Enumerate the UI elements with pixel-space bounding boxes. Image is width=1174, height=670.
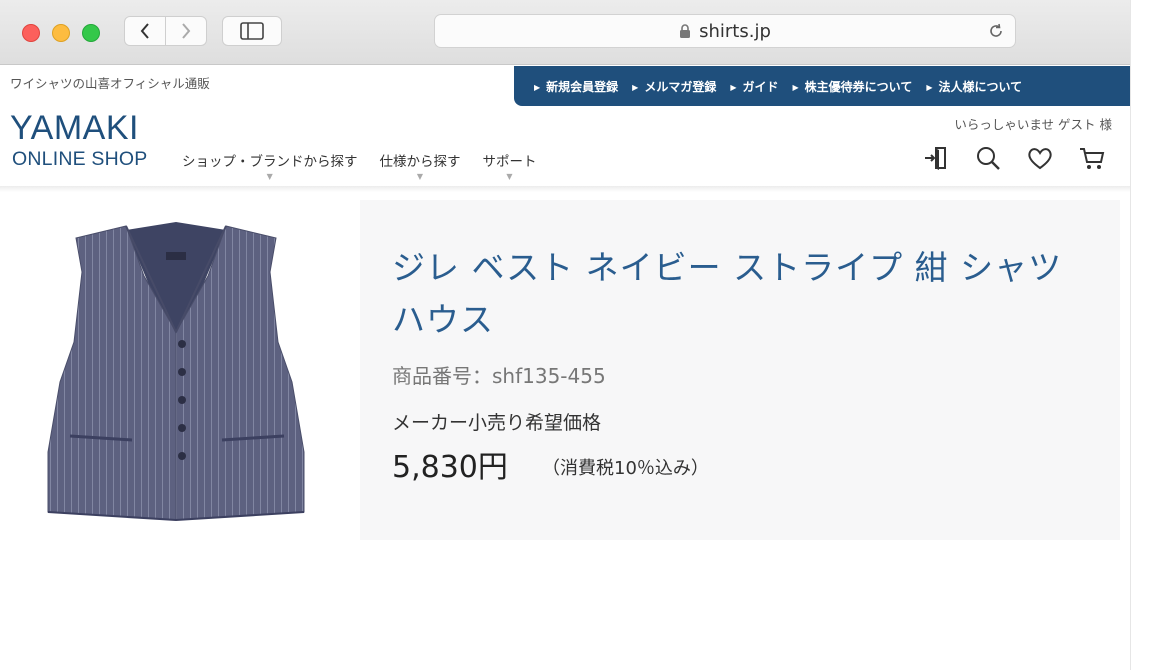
sidebar-toggle-button[interactable] xyxy=(222,16,282,46)
top-utility-nav: ▶ 新規会員登録 ▶ メルマガ登録 ▶ ガイド ▶ 株主優待券について ▶ 法人様について xyxy=(514,66,1130,106)
browser-toolbar: shirts.jp xyxy=(0,0,1130,65)
topnav-guide-link[interactable]: ▶ ガイド xyxy=(730,78,778,95)
product-image[interactable] xyxy=(40,212,312,524)
header-icons xyxy=(922,144,1106,172)
header-divider xyxy=(0,186,1130,192)
url-text: shirts.jp xyxy=(699,20,771,42)
sidebar-icon xyxy=(240,22,264,40)
product-code: 商品番号：shf135-455 xyxy=(392,364,606,388)
product-price: 5,830円 xyxy=(392,450,508,485)
mainnav-shop-brand[interactable]: ショップ・ブランドから探す ▼ xyxy=(182,150,358,181)
forward-button[interactable] xyxy=(165,16,207,46)
product-info-panel: ジレ ベスト ネイビー ストライプ 紺 シャツハウス 商品番号：shf135-4… xyxy=(360,200,1120,540)
topnav-corporate-link[interactable]: ▶ 法人様について xyxy=(926,78,1022,95)
topnav-shareholder-label: 株主優待券について xyxy=(804,79,913,94)
mainnav-support-label: サポート xyxy=(482,154,537,170)
mainnav-spec[interactable]: 仕様から探す ▼ xyxy=(379,150,461,181)
price-label: メーカー小売り希望価格 xyxy=(392,412,602,434)
site-logo[interactable]: YAMAKI xyxy=(10,108,139,148)
mainnav-shop-brand-label: ショップ・ブランドから探す xyxy=(182,154,358,170)
tax-note: （消費税10％込み） xyxy=(542,458,709,479)
chevron-down-icon: ▼ xyxy=(266,172,273,181)
cart-icon[interactable] xyxy=(1078,144,1106,172)
address-bar[interactable]: shirts.jp xyxy=(434,14,1016,48)
search-icon[interactable] xyxy=(974,144,1002,172)
product-title: ジレ ベスト ネイビー ストライプ 紺 シャツハウス xyxy=(392,248,1063,339)
back-button[interactable] xyxy=(124,16,166,46)
mainnav-support[interactable]: サポート ▼ xyxy=(482,150,537,181)
site-tagline: ワイシャツの山喜オフィシャル通販 xyxy=(10,76,210,91)
topnav-corporate-label: 法人様について xyxy=(938,79,1023,94)
minimize-window-button[interactable] xyxy=(52,24,70,42)
main-nav: ショップ・ブランドから探す ▼ 仕様から探す ▼ サポート ▼ xyxy=(182,150,537,181)
user-greeting: いらっしゃいませ ゲスト 様 xyxy=(954,117,1112,132)
lock-icon xyxy=(680,23,691,38)
topnav-newsletter-label: メルマガ登録 xyxy=(644,79,717,94)
topnav-newsletter-link[interactable]: ▶ メルマガ登録 xyxy=(632,78,716,95)
reload-icon[interactable] xyxy=(987,22,1005,40)
heart-icon[interactable] xyxy=(1026,144,1054,172)
site-logo-subtitle[interactable]: ONLINE SHOP xyxy=(12,148,147,171)
topnav-register-link[interactable]: ▶ 新規会員登録 xyxy=(534,78,618,95)
topnav-shareholder-link[interactable]: ▶ 株主優待券について xyxy=(793,78,913,95)
browser-window: shirts.jp ワイシャツの山喜オフィシャル通販 ▶ 新規会員登録 ▶ メルマガ… xyxy=(0,0,1131,670)
chevron-down-icon: ▼ xyxy=(416,172,424,181)
chevron-left-icon xyxy=(140,23,149,39)
topnav-guide-label: ガイド xyxy=(742,79,779,94)
topnav-register-label: 新規会員登録 xyxy=(546,79,619,94)
chevron-down-icon: ▼ xyxy=(506,172,513,181)
close-window-button[interactable] xyxy=(22,24,40,42)
mainnav-spec-label: 仕様から探す xyxy=(379,154,461,170)
chevron-right-icon xyxy=(182,23,191,39)
maximize-window-button[interactable] xyxy=(82,24,100,42)
login-icon[interactable] xyxy=(922,144,950,172)
